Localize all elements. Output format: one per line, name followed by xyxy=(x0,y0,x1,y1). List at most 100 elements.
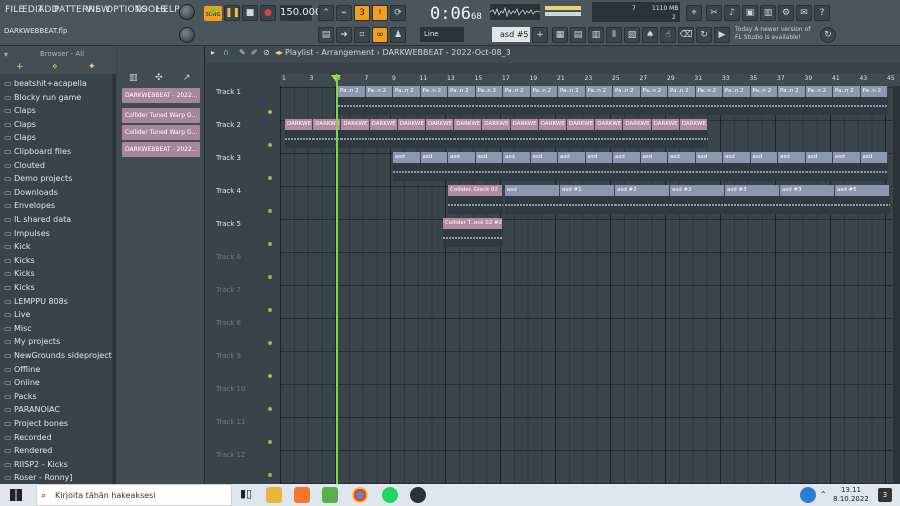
song-mode-button[interactable]: SONG xyxy=(204,6,222,21)
windows-start-icon[interactable] xyxy=(10,489,22,501)
notification-badge[interactable]: 3 xyxy=(878,488,892,502)
playlist-clip[interactable]: asd xyxy=(668,152,696,163)
playlist-clip[interactable]: DARKWE..Oct-08_3 xyxy=(679,119,708,130)
track-name[interactable]: Track 10 xyxy=(216,383,245,416)
picker-patterns-icon[interactable]: ▥ xyxy=(129,73,138,83)
stamp-icon[interactable]: ♟ xyxy=(390,27,406,43)
wait-input-icon[interactable]: ⌁ xyxy=(336,5,352,21)
playlist-clip[interactable]: Pa..n 2 xyxy=(558,86,586,97)
playlist-clip[interactable]: Pa..n 2 xyxy=(833,86,861,97)
playlist-clip[interactable]: DARKWE xyxy=(285,119,314,130)
browser-item[interactable]: ▭ Blocky run game xyxy=(4,91,81,104)
browser-menu-icon[interactable]: ▾ xyxy=(4,50,8,59)
browser-item[interactable]: ▭ My projects xyxy=(4,335,60,348)
microphone-icon[interactable]: ♪ xyxy=(724,5,740,21)
playlist-clip[interactable]: asd xyxy=(613,152,641,163)
taskbar-search-input[interactable]: ⌕ Kirjoita tähän hakeaksesi xyxy=(36,484,232,506)
pattern-selector[interactable]: asd #5 xyxy=(492,27,530,42)
playlist-clip[interactable]: Pa..n 2 xyxy=(613,86,641,97)
browser-item[interactable]: ▭ beatshit+acapella xyxy=(4,77,87,90)
chat-icon[interactable]: ✉ xyxy=(796,5,812,21)
track-active-led[interactable] xyxy=(268,374,272,378)
delete-tool-icon[interactable]: ⊘ xyxy=(263,48,270,57)
browser-item[interactable]: ▭ PARANOIAC xyxy=(4,403,60,416)
tempo-display[interactable]: 150.000 xyxy=(280,5,321,21)
task-view-icon[interactable]: ▮▯ xyxy=(238,487,254,503)
playlist-clip[interactable]: asd xyxy=(475,152,503,163)
timeline-ruler[interactable]: 1 3 5 7 9 11 13 15 17 19 21 23 25 27 29 31 33 35 37 39 41 43 4… xyxy=(280,74,900,86)
track-active-led[interactable] xyxy=(268,242,272,246)
browser-item[interactable]: ▭ Claps xyxy=(4,104,36,117)
paint-tool-icon[interactable]: ✐ xyxy=(251,48,258,57)
system-clock[interactable]: 13.11 8.10.2022 xyxy=(831,486,871,504)
browser-item[interactable]: ▭ Rendered xyxy=(4,444,52,457)
playlist-clip[interactable]: Collider..Glock 02 xyxy=(448,185,503,196)
playlist-clip[interactable]: Collider T..ock 02 #2 xyxy=(443,218,503,229)
playlist-scrollbar[interactable] xyxy=(893,86,900,484)
browser-item[interactable]: ▭ Impulses xyxy=(4,227,50,240)
browser-item[interactable]: ▭ Packs xyxy=(4,390,37,403)
star-icon[interactable]: ✦ xyxy=(88,62,96,72)
undo-icon[interactable]: ⌫ xyxy=(678,27,694,43)
browser-item[interactable]: ▭ Project bones xyxy=(4,417,68,430)
browser-item[interactable]: ▭ Clouted xyxy=(4,159,45,172)
track-active-led[interactable] xyxy=(268,275,272,279)
picker-clip[interactable]: DARKWEBBEAT - 2022... xyxy=(122,142,200,157)
playlist-clip[interactable]: Pa..n 2 xyxy=(695,86,723,97)
playlist-clip[interactable]: Pa..n 2 xyxy=(668,86,696,97)
browser-item[interactable]: ▭ Claps xyxy=(4,131,36,144)
blend-notes-icon[interactable]: ♮ xyxy=(372,5,388,21)
plugin-picker-icon[interactable]: ♠ xyxy=(642,27,658,43)
step-sequencer-icon[interactable]: ➜ xyxy=(336,27,352,43)
track-name[interactable]: Track 3 xyxy=(216,152,241,185)
browser-icon[interactable]: ▧ xyxy=(624,27,640,43)
playlist-clip[interactable]: asd xyxy=(530,152,558,163)
browser-item[interactable]: ▭ Kicks xyxy=(4,267,35,280)
playlist-clip[interactable]: asd xyxy=(805,152,833,163)
playlist-clip[interactable]: asd xyxy=(505,185,560,196)
fl-studio-icon[interactable] xyxy=(294,487,310,503)
browser-item[interactable]: ▭ Demo projects xyxy=(4,172,72,185)
picker-clip[interactable]: DARKWEBBEAT - 2022... xyxy=(122,88,200,103)
playlist-clip[interactable]: DARKWE xyxy=(454,119,483,130)
browser-item[interactable]: ▭ Recorded xyxy=(4,431,52,444)
picker-clip[interactable]: Collider Tuned Warp G... xyxy=(122,108,200,123)
browser-item[interactable]: ▭ Kicks xyxy=(4,254,35,267)
plugin-icon[interactable]: ⚙ xyxy=(778,5,794,21)
playlist-window-icon[interactable]: ▦ xyxy=(552,27,568,43)
stop-icon[interactable]: ■ xyxy=(242,5,258,21)
browser-item[interactable]: ▭ Clipboard files xyxy=(4,145,71,158)
playlist-clip[interactable]: DARKWE xyxy=(567,119,596,130)
track-name[interactable]: Track 6 xyxy=(216,251,241,284)
playlist-clip[interactable]: DARKWE xyxy=(538,119,567,130)
weather-icon[interactable] xyxy=(800,487,816,503)
browser-item[interactable]: ▭ LEMPPU 808s xyxy=(4,295,68,308)
playlist-clip[interactable]: Pa..n 2 xyxy=(778,86,806,97)
playlist-clip[interactable]: asd #2 xyxy=(670,185,725,196)
playlist-arrow-icon[interactable]: ◂▸ xyxy=(275,48,283,57)
online-icon[interactable]: ⌖ xyxy=(686,5,702,21)
track-active-led[interactable] xyxy=(268,110,272,114)
menu-help[interactable]: HELP xyxy=(156,5,180,19)
playlist-clip[interactable]: asd xyxy=(695,152,723,163)
picker-edit-icon[interactable]: ↗ xyxy=(183,73,191,83)
playlist-clip[interactable]: asd xyxy=(585,152,613,163)
playlist-clip[interactable]: Pa..n 2 xyxy=(393,86,421,97)
playlist-clip[interactable]: asd xyxy=(558,152,586,163)
picker-clip[interactable]: Collider Tuned Warp G... xyxy=(122,125,200,140)
arrangement-grid[interactable]: Pa..n 2 Pa..n 2 Pa..n 2 Pa..n 2 Pa..n 2 Pa..n… xyxy=(280,86,900,484)
playlist-clip[interactable]: asd #5 xyxy=(835,185,890,196)
browser-item[interactable]: ▭ RIISP2 - Kicks xyxy=(4,458,68,471)
playlist-clip[interactable]: Pa..n 2 xyxy=(338,86,366,97)
chrome-icon[interactable] xyxy=(352,487,368,503)
browser-item[interactable]: ▭ Live xyxy=(4,308,30,321)
playhead[interactable] xyxy=(336,74,338,484)
browser-item[interactable]: ▭ Misc xyxy=(4,322,32,335)
playlist-clip[interactable]: DARKWE xyxy=(595,119,624,130)
playlist-clip[interactable]: Pa..n 2 xyxy=(365,86,393,97)
track-active-led[interactable] xyxy=(268,209,272,213)
browser-item[interactable]: ▭ IL shared data xyxy=(4,213,71,226)
playlist-clip[interactable]: Pa..n 2 xyxy=(723,86,751,97)
snap-icon[interactable]: ⌗ xyxy=(354,27,370,43)
playlist-clip[interactable]: Pa..n 2 xyxy=(750,86,778,97)
